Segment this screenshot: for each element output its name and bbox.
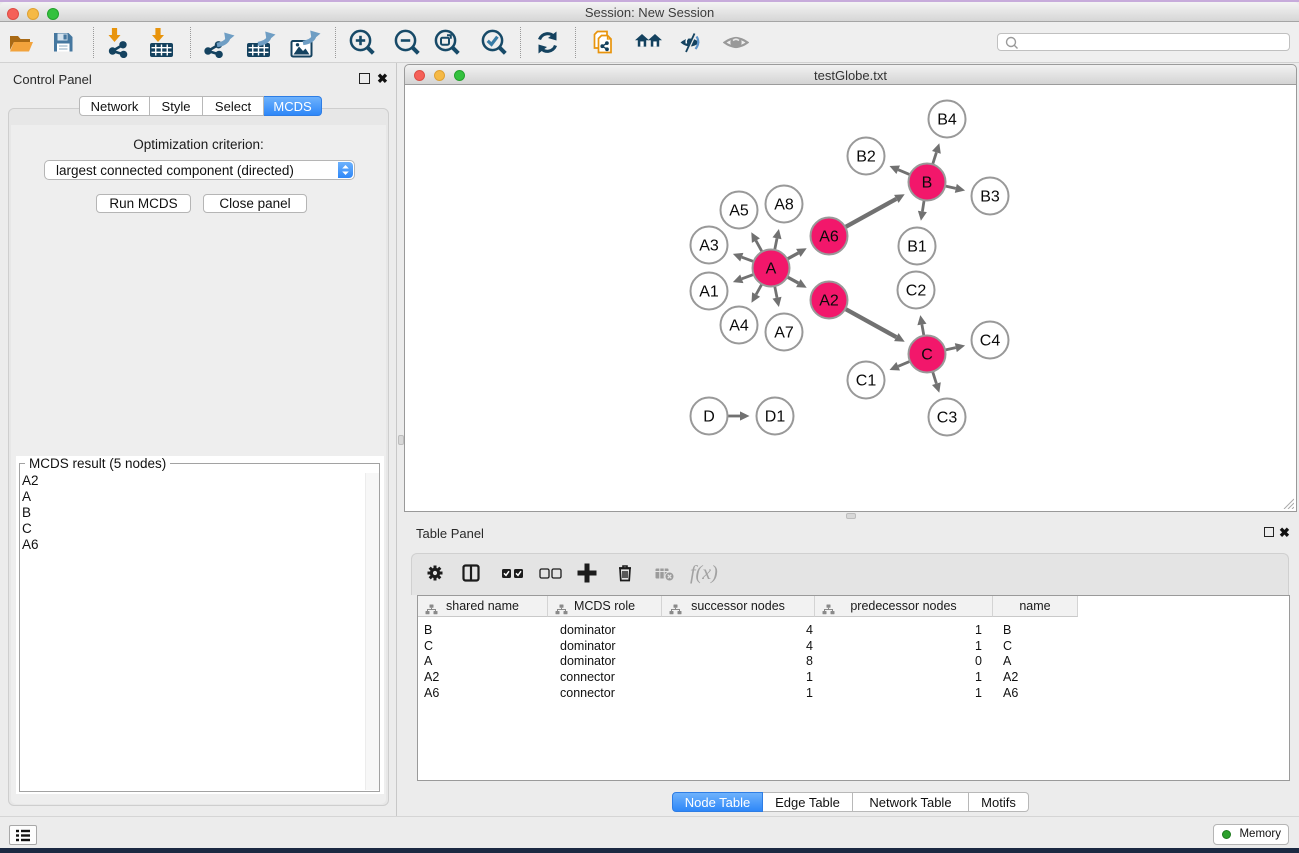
svg-text:A4: A4: [729, 318, 749, 335]
svg-text:C3: C3: [937, 410, 958, 427]
svg-text:A: A: [766, 261, 777, 278]
svg-text:C: C: [921, 347, 933, 364]
svg-text:B4: B4: [937, 112, 957, 129]
svg-text:C1: C1: [856, 373, 877, 390]
svg-text:A7: A7: [774, 325, 794, 342]
svg-text:A2: A2: [819, 293, 839, 310]
svg-text:A3: A3: [699, 238, 719, 255]
svg-text:D1: D1: [765, 409, 786, 426]
svg-text:A1: A1: [699, 284, 719, 301]
svg-text:B: B: [922, 175, 933, 192]
svg-text:C2: C2: [906, 283, 927, 300]
svg-text:B1: B1: [907, 239, 927, 256]
svg-text:D: D: [703, 409, 715, 426]
svg-text:C4: C4: [980, 333, 1001, 350]
svg-text:A6: A6: [819, 229, 839, 246]
svg-text:A5: A5: [729, 203, 749, 220]
svg-text:B2: B2: [856, 149, 876, 166]
svg-text:A8: A8: [774, 197, 794, 214]
svg-text:B3: B3: [980, 189, 1000, 206]
